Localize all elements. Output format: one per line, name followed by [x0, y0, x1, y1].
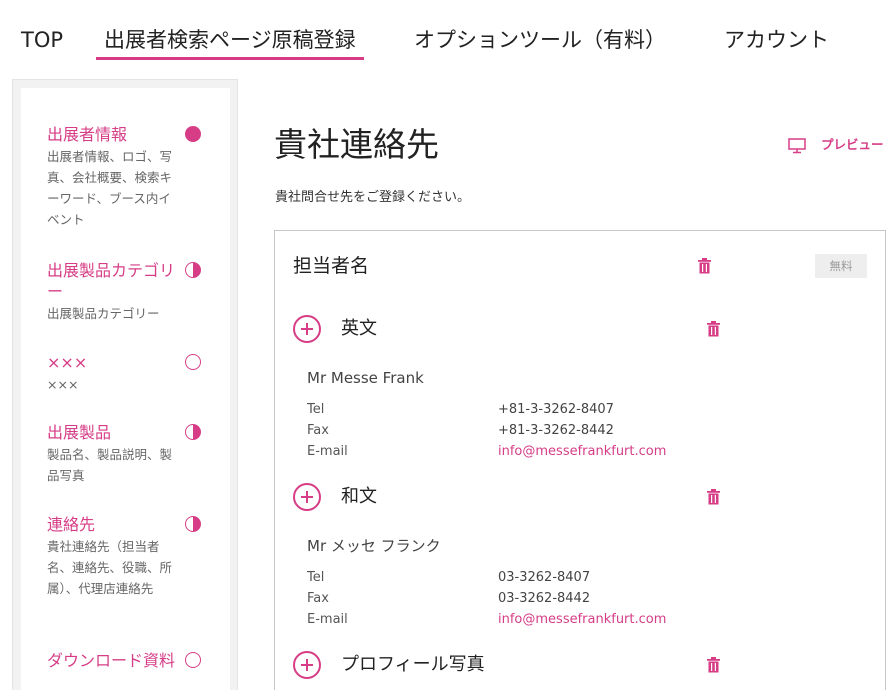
email-link[interactable]: info@messefrankfurt.com	[498, 611, 666, 629]
monitor-icon	[788, 138, 806, 154]
status-half-icon	[185, 516, 201, 532]
plus-circle-icon[interactable]	[293, 315, 321, 343]
plus-circle-icon[interactable]	[293, 651, 321, 679]
tab-exhibitor-registration[interactable]: 出展者検索ページ原稿登録	[96, 26, 364, 60]
status-empty-icon	[185, 354, 201, 370]
status-half-icon	[185, 424, 201, 440]
tel-value: 03-3262-8407	[498, 570, 591, 585]
contact-card: 担当者名 無料 英文 Mr Messe Frank Tel +81-3-3262…	[274, 230, 886, 690]
fax-label: Fax	[307, 423, 329, 438]
sidebar-item-xxx[interactable]: ××× ×××	[47, 352, 217, 395]
section-title: 英文	[341, 318, 377, 339]
sidebar-frame: 出展者情報 出展者情報、ロゴ、写真、会社概要、検索キーワード、ブース内イベント …	[12, 79, 238, 690]
tel-label: Tel	[307, 402, 325, 417]
tel-label: Tel	[307, 570, 325, 585]
plus-circle-icon[interactable]	[293, 483, 321, 511]
sidebar-item-title: 連絡先	[47, 515, 96, 534]
page-description: 貴社問合せ先をご登録ください。	[275, 190, 471, 205]
tab-top[interactable]: TOP	[21, 26, 63, 54]
trash-icon[interactable]	[706, 321, 721, 337]
section-english: 英文 Mr Messe Frank Tel +81-3-3262-8407 Fa…	[293, 315, 733, 459]
contact-name: Mr メッセ フランク	[307, 537, 441, 555]
sidebar-item-description: 出展製品カテゴリー	[47, 306, 160, 321]
tab-account[interactable]: アカウント	[724, 26, 829, 54]
sidebar-item-description: 貴社連絡先（担当者名、連絡先、役職、所属）、代理店連絡先	[47, 539, 173, 596]
sidebar-item-title: 出展者情報	[47, 125, 128, 144]
top-navigation: TOP 出展者検索ページ原稿登録 オプションツール（有料） アカウント	[0, 0, 895, 70]
status-empty-icon	[185, 652, 201, 668]
sidebar: 出展者情報 出展者情報、ロゴ、写真、会社概要、検索キーワード、ブース内イベント …	[21, 88, 230, 690]
preview-label: プレビュー	[821, 137, 884, 152]
tel-value: +81-3-3262-8407	[498, 402, 614, 417]
card-title: 担当者名	[293, 255, 370, 277]
tab-option-tools[interactable]: オプションツール（有料）	[414, 26, 666, 54]
sidebar-item-title: ×××	[47, 353, 88, 372]
fax-value: 03-3262-8442	[498, 591, 591, 606]
sidebar-item-title: 出展製品カテゴリー	[47, 261, 176, 301]
contact-name: Mr Messe Frank	[307, 369, 424, 387]
fax-value: +81-3-3262-8442	[498, 423, 614, 438]
sidebar-item-exhibitor-info[interactable]: 出展者情報 出展者情報、ロゴ、写真、会社概要、検索キーワード、ブース内イベント	[47, 124, 217, 230]
status-half-icon	[185, 262, 201, 278]
trash-icon[interactable]	[706, 489, 721, 505]
email-label: E-mail	[307, 612, 348, 627]
section-title: 和文	[341, 486, 377, 507]
email-link[interactable]: info@messefrankfurt.com	[498, 443, 666, 461]
section-japanese: 和文 Mr メッセ フランク Tel 03-3262-8407 Fax 03-3…	[293, 483, 733, 627]
sidebar-item-description: ×××	[47, 377, 79, 392]
sidebar-item-downloads[interactable]: ダウンロード資料	[47, 650, 217, 671]
trash-icon[interactable]	[697, 258, 712, 274]
sidebar-item-product-category[interactable]: 出展製品カテゴリー 出展製品カテゴリー	[47, 260, 217, 324]
sidebar-item-description: 製品名、製品説明、製品写真	[47, 447, 173, 483]
trash-icon[interactable]	[706, 657, 721, 673]
sidebar-item-title: ダウンロード資料	[47, 651, 176, 670]
sidebar-item-contacts[interactable]: 連絡先 貴社連絡先（担当者名、連絡先、役職、所属）、代理店連絡先	[47, 514, 217, 599]
email-label: E-mail	[307, 444, 348, 459]
section-profile-photo: プロフィール写真	[293, 651, 733, 690]
section-title: プロフィール写真	[341, 654, 485, 675]
sidebar-item-title: 出展製品	[47, 423, 112, 442]
sidebar-item-products[interactable]: 出展製品 製品名、製品説明、製品写真	[47, 422, 217, 486]
free-badge: 無料	[815, 254, 867, 278]
sidebar-item-description: 出展者情報、ロゴ、写真、会社概要、検索キーワード、ブース内イベント	[47, 149, 173, 227]
fax-label: Fax	[307, 591, 329, 606]
status-full-icon	[185, 126, 201, 142]
page-title: 貴社連絡先	[274, 125, 439, 164]
